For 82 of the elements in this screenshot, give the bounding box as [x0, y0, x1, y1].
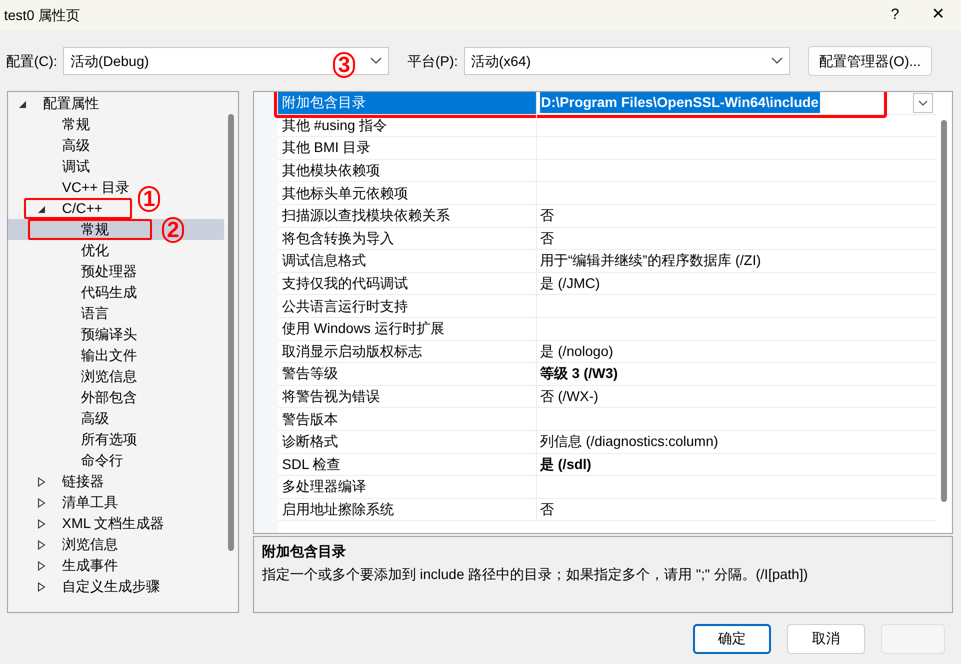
property-value: 是 (/JMC)	[540, 274, 600, 294]
window-title: test0 属性页	[4, 6, 82, 24]
property-name[interactable]: 其他标头单元依赖项	[278, 182, 537, 204]
collapsed-triangle-icon[interactable]	[37, 518, 46, 528]
tree-item[interactable]: 自定义生成步骤	[53, 576, 160, 597]
property-value: 否	[540, 206, 554, 226]
expanded-triangle-icon[interactable]	[37, 204, 46, 214]
tree-item[interactable]: 常规	[53, 114, 90, 135]
tree-item[interactable]: 生成事件	[53, 555, 118, 576]
scrollbar-thumb[interactable]	[228, 114, 234, 551]
ok-button[interactable]: 确定	[693, 624, 771, 654]
tree-item[interactable]: 预处理器	[72, 261, 137, 282]
annotation-number: 2	[162, 217, 184, 243]
collapsed-triangle-icon[interactable]	[37, 560, 46, 570]
property-name[interactable]: 取消显示启动版权标志	[278, 340, 537, 362]
annotation-number: 3	[333, 52, 356, 78]
tree-item[interactable]: 清单工具	[53, 492, 118, 513]
chevron-down-icon	[918, 100, 928, 106]
property-name[interactable]: 其他 BMI 目录	[278, 137, 537, 159]
tree-item[interactable]: 浏览信息	[72, 366, 137, 387]
tree-item[interactable]: 调试	[53, 156, 90, 177]
tree-item[interactable]: 输出文件	[72, 345, 137, 366]
close-button[interactable]: ✕	[915, 0, 961, 30]
scrollbar-thumb[interactable]	[941, 120, 947, 502]
expanded-triangle-icon[interactable]	[18, 98, 27, 108]
tree-item[interactable]: 所有选项	[72, 429, 137, 450]
chevron-down-icon	[370, 57, 382, 65]
property-name[interactable]: 支持仅我的代码调试	[278, 272, 537, 294]
property-name[interactable]: 使用 Windows 运行时扩展	[278, 318, 537, 340]
property-name[interactable]: 公共语言运行时支持	[278, 295, 537, 317]
property-value: 用于“编辑并继续”的程序数据库 (/ZI)	[540, 251, 761, 270]
collapsed-triangle-icon[interactable]	[37, 498, 46, 508]
tree-item[interactable]: 命令行	[72, 450, 123, 471]
tree-item[interactable]: C/C++	[53, 198, 102, 219]
tree-item[interactable]: 链接器	[53, 471, 104, 492]
property-value[interactable]: D:\Program Files\OpenSSL-Win64\include	[540, 92, 820, 114]
property-name[interactable]: 附加包含目录	[278, 92, 537, 114]
collapsed-triangle-icon[interactable]	[37, 582, 46, 592]
property-value: 是 (/sdl)	[540, 454, 592, 474]
collapsed-triangle-icon[interactable]	[37, 540, 46, 550]
property-name[interactable]: 警告等级	[278, 363, 537, 385]
description-text: 指定一个或多个要添加到 include 路径中的目录；如果指定多个，请用 ";" 分隔。(/I[path])	[262, 565, 809, 584]
tree-item[interactable]: VC++ 目录	[53, 177, 130, 198]
property-value: 列信息 (/diagnostics:column)	[540, 432, 718, 452]
dropdown-button[interactable]	[913, 92, 933, 113]
property-value: 否	[540, 228, 554, 248]
help-button[interactable]: ?	[875, 0, 915, 30]
tree-item[interactable]: 预编译头	[72, 324, 137, 345]
property-value: 否	[540, 500, 554, 519]
property-name[interactable]: 其他模块依赖项	[278, 160, 537, 182]
tree-item[interactable]: 高级	[53, 135, 90, 156]
collapsed-triangle-icon[interactable]	[37, 476, 46, 486]
tree-item[interactable]: 配置属性	[34, 93, 99, 114]
description-title: 附加包含目录	[262, 542, 347, 561]
tree-item[interactable]: 常规	[72, 219, 109, 240]
tree-item[interactable]: 代码生成	[72, 282, 137, 303]
tree-item[interactable]: 浏览信息	[53, 534, 118, 555]
tree-item[interactable]: 外部包含	[72, 387, 137, 408]
property-name[interactable]: 将警告视为错误	[278, 386, 537, 408]
property-name[interactable]: 将包含转换为导入	[278, 228, 537, 250]
property-name[interactable]: 启用地址擦除系统	[278, 498, 537, 520]
property-name[interactable]: 扫描源以查找模块依赖关系	[278, 204, 537, 227]
cancel-button[interactable]: 取消	[787, 624, 865, 654]
property-value: 等级 3 (/W3)	[540, 364, 618, 384]
property-name[interactable]: 警告版本	[278, 408, 537, 430]
property-value: 否 (/WX-)	[540, 387, 598, 406]
config-label: 配置(C):	[6, 52, 58, 71]
tree-item[interactable]: 语言	[72, 303, 109, 324]
platform-label: 平台(P):	[407, 52, 458, 71]
property-value: 是 (/nologo)	[540, 342, 614, 361]
tree-item[interactable]: 优化	[72, 240, 109, 261]
tree-item[interactable]: XML 文档生成器	[53, 513, 164, 534]
property-name[interactable]: SDL 检查	[278, 454, 537, 476]
property-name[interactable]: 诊断格式	[278, 430, 537, 452]
property-name[interactable]: 调试信息格式	[278, 250, 537, 272]
chevron-down-icon	[770, 57, 783, 65]
property-name[interactable]: 多处理器编译	[278, 476, 537, 498]
config-manager-button[interactable]: 配置管理器(O)...	[808, 46, 932, 76]
property-name[interactable]: 其他 #using 指令	[278, 114, 537, 136]
tree-item[interactable]: 高级	[72, 408, 109, 429]
platform-dropdown[interactable]: 活动(x64)	[464, 47, 790, 75]
annotation-number: 1	[138, 186, 160, 212]
